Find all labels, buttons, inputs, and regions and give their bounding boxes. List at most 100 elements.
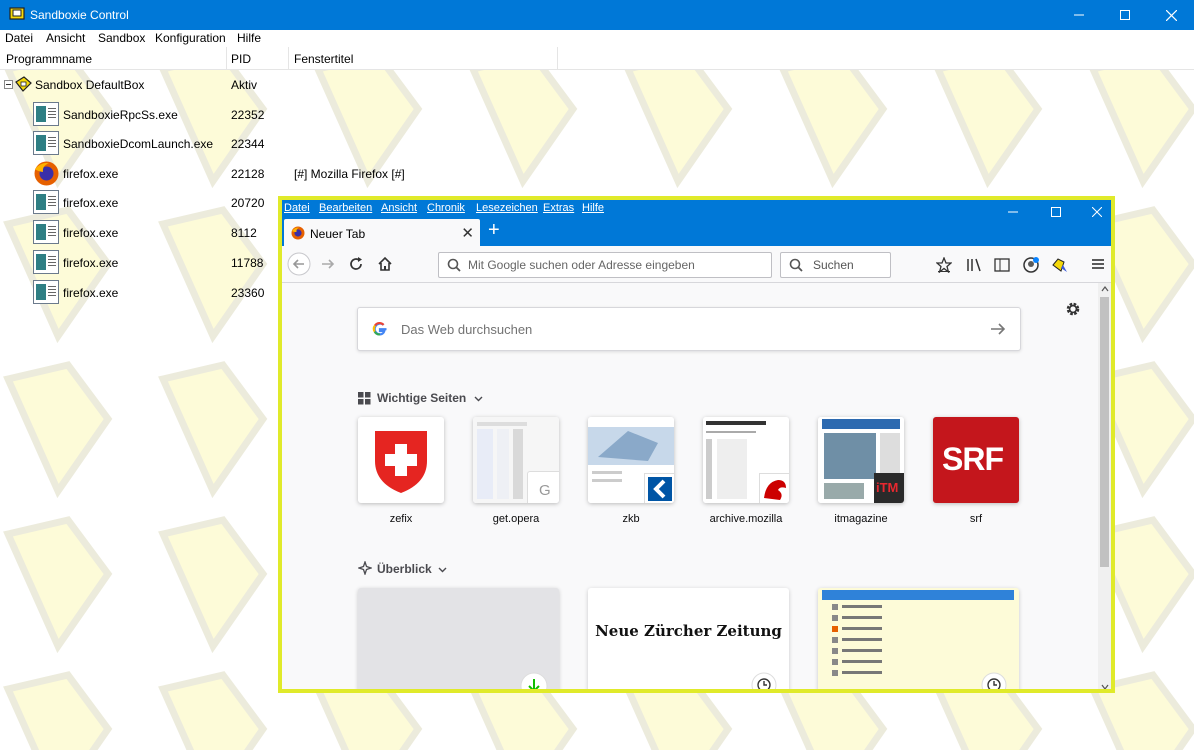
menu-bar: Datei Ansicht Sandbox Konfiguration Hilf… — [0, 30, 1194, 47]
arrow-right-icon[interactable] — [990, 322, 1006, 336]
chevron-down-icon[interactable] — [438, 567, 447, 573]
exe-icon — [33, 280, 59, 304]
top-sites-heading[interactable]: Wichtige Seiten — [377, 391, 466, 405]
menu-ansicht[interactable]: Ansicht — [46, 31, 85, 45]
process-row[interactable]: SandboxieDcomLaunch.exe 22344 — [0, 129, 560, 157]
close-icon — [1165, 9, 1177, 21]
menu-sandbox[interactable]: Sandbox — [98, 31, 145, 45]
top-site-label: archive.mozilla — [709, 513, 783, 525]
minimize-button[interactable] — [1056, 0, 1102, 30]
ff-menu-chronik[interactable]: Chronik — [427, 202, 465, 214]
ff-menu-extras[interactable]: Extras — [543, 202, 574, 214]
get-opera-letter: G — [539, 482, 551, 499]
close-button[interactable] — [1148, 0, 1194, 30]
web-search-box[interactable]: Das Web durchsuchen — [357, 307, 1021, 351]
menu-datei[interactable]: Datei — [5, 31, 33, 45]
maximize-icon — [1120, 10, 1130, 20]
new-tab-icon[interactable]: + — [488, 220, 500, 240]
process-row[interactable]: firefox.exe 22128 [#] Mozilla Firefox [#… — [0, 159, 560, 187]
process-row[interactable]: SandboxieRpcSs.exe 22352 — [0, 100, 560, 128]
sandbox-icon — [15, 76, 32, 92]
column-divider[interactable] — [288, 47, 289, 69]
sandboxie-app-icon — [9, 7, 25, 20]
column-divider[interactable] — [226, 47, 227, 69]
column-header-title[interactable]: Fenstertitel — [294, 52, 353, 66]
column-header-name[interactable]: Programmname — [6, 52, 92, 66]
ff-menu-ansicht[interactable]: Ansicht — [381, 202, 417, 214]
top-site-tile-get-opera[interactable]: G — [473, 417, 559, 503]
sandbox-row[interactable]: Sandbox DefaultBox Aktiv — [0, 70, 560, 98]
back-icon[interactable] — [287, 252, 311, 276]
vertical-scrollbar[interactable] — [1098, 283, 1111, 690]
forward-icon[interactable] — [320, 256, 336, 272]
highlight-card-nzz[interactable]: Neue Zürcher Zeitung — [588, 588, 789, 689]
collapse-icon[interactable] — [4, 80, 13, 89]
tab-close-icon[interactable]: ✕ — [461, 224, 474, 242]
hamburger-menu-icon[interactable] — [1091, 257, 1105, 271]
process-pid: 22128 — [231, 167, 265, 181]
top-site-label: itmagazine — [834, 513, 888, 525]
new-tab-page: Das Web durchsuchen Wichtige Seiten G iT… — [282, 283, 1111, 689]
firefox-window[interactable]: Datei Bearbeiten Ansicht Chronik Lesezei… — [278, 196, 1115, 693]
account-icon[interactable] — [1022, 256, 1040, 274]
window-title: Sandboxie Control — [30, 8, 129, 22]
top-site-tile-archive-mozilla[interactable] — [703, 417, 789, 503]
process-pid: 8112 — [231, 226, 257, 240]
process-window-title: [#] Mozilla Firefox [#] — [294, 167, 405, 181]
ff-menu-lesezeichen[interactable]: Lesezeichen — [476, 202, 538, 214]
firefox-title-bar: Datei Bearbeiten Ansicht Chronik Lesezei… — [282, 200, 1111, 246]
get-opera-favicon: G — [527, 471, 559, 503]
address-bar[interactable]: Mit Google suchen oder Adresse eingeben — [438, 252, 772, 278]
process-name: firefox.exe — [63, 256, 119, 270]
highlight-card[interactable] — [358, 588, 559, 689]
bookmark-star-icon[interactable] — [936, 257, 952, 273]
process-pid: 11788 — [231, 256, 264, 270]
highlight-card-sandboxie[interactable] — [818, 588, 1019, 689]
process-pid: 23360 — [231, 286, 265, 300]
history-clock-icon — [981, 672, 1007, 689]
library-icon[interactable] — [966, 257, 982, 273]
top-site-tile-zefix[interactable] — [358, 417, 444, 503]
process-pid: 22352 — [231, 108, 265, 122]
top-site-tile-srf[interactable]: SRF — [933, 417, 1019, 503]
process-name: firefox.exe — [63, 196, 119, 210]
tab-neuer-tab[interactable]: Neuer Tab ✕ — [284, 219, 480, 246]
ff-menu-hilfe[interactable]: Hilfe — [582, 202, 604, 214]
menu-konfiguration[interactable]: Konfiguration — [155, 31, 226, 45]
nzz-title: Neue Zürcher Zeitung — [595, 622, 782, 640]
chevron-down-icon[interactable] — [474, 396, 483, 402]
ff-close-icon[interactable] — [1092, 207, 1102, 217]
column-header-pid[interactable]: PID — [231, 52, 251, 66]
top-site-tile-zkb[interactable] — [588, 417, 674, 503]
search-bar[interactable]: Suchen — [780, 252, 891, 278]
process-name: SandboxieRpcSs.exe — [63, 108, 178, 122]
home-icon[interactable] — [377, 256, 393, 272]
scrollbar-thumb[interactable] — [1100, 297, 1109, 567]
ff-menu-datei[interactable]: Datei — [284, 202, 310, 214]
scroll-down-icon[interactable] — [1101, 684, 1109, 690]
sidebar-icon[interactable] — [994, 257, 1010, 273]
reload-icon[interactable] — [348, 256, 364, 272]
ff-maximize-icon[interactable] — [1051, 207, 1061, 217]
process-name: firefox.exe — [63, 167, 119, 181]
highlights-heading[interactable]: Überblick — [377, 562, 432, 576]
column-divider[interactable] — [557, 47, 558, 69]
sandboxie-extension-icon[interactable] — [1051, 256, 1069, 274]
process-name: firefox.exe — [63, 286, 119, 300]
menu-hilfe[interactable]: Hilfe — [237, 31, 261, 45]
search-placeholder: Suchen — [813, 258, 854, 272]
ff-menu-bearbeiten[interactable]: Bearbeiten — [319, 202, 372, 214]
search-icon — [789, 258, 803, 272]
zkb-logo-icon — [648, 477, 672, 501]
process-name: firefox.exe — [63, 226, 119, 240]
srf-logo: SRF — [942, 441, 1004, 477]
firefox-tab-icon — [291, 226, 305, 240]
top-site-tile-itmagazine[interactable]: iTM — [818, 417, 904, 503]
itm-favicon: iTM — [874, 473, 904, 503]
scroll-up-icon[interactable] — [1101, 286, 1109, 292]
settings-gear-icon[interactable] — [1064, 300, 1082, 318]
maximize-button[interactable] — [1102, 0, 1148, 30]
exe-icon — [33, 250, 59, 274]
ff-minimize-icon[interactable] — [1008, 207, 1018, 217]
top-sites-icon — [358, 392, 371, 405]
